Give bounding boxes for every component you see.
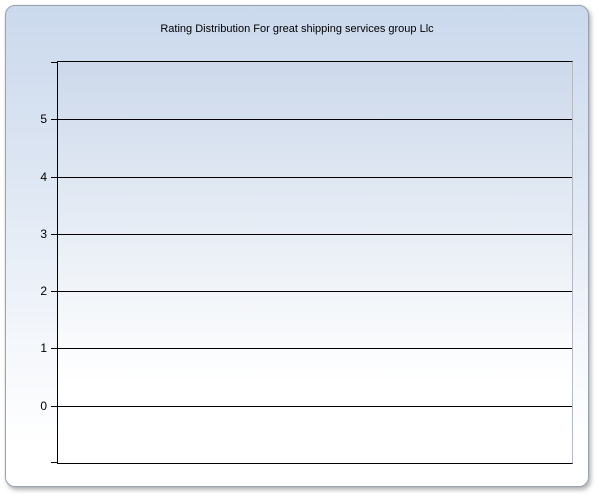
y-axis-tick [51,462,58,463]
gridline [58,119,572,120]
chart-panel: Rating Distribution For great shipping s… [5,5,589,487]
gridline [58,348,572,349]
y-tick-label: 0 [28,400,47,412]
y-tick-label: 3 [28,228,47,240]
y-axis-tick [51,62,58,63]
y-axis-tick [51,406,58,407]
y-tick-label: 5 [28,113,47,125]
y-axis-tick [51,119,58,120]
gridline [58,291,572,292]
y-tick-label: 2 [28,285,47,297]
gridline [58,234,572,235]
y-tick-label: 4 [28,171,47,183]
chart-title: Rating Distribution For great shipping s… [6,23,588,35]
y-axis-tick [51,348,58,349]
gridline [58,406,572,407]
y-axis-tick [51,177,58,178]
y-axis-tick [51,234,58,235]
y-tick-label: 1 [28,342,47,354]
gridline [58,177,572,178]
y-axis-tick [51,291,58,292]
plot-area: 543210 [57,61,573,464]
